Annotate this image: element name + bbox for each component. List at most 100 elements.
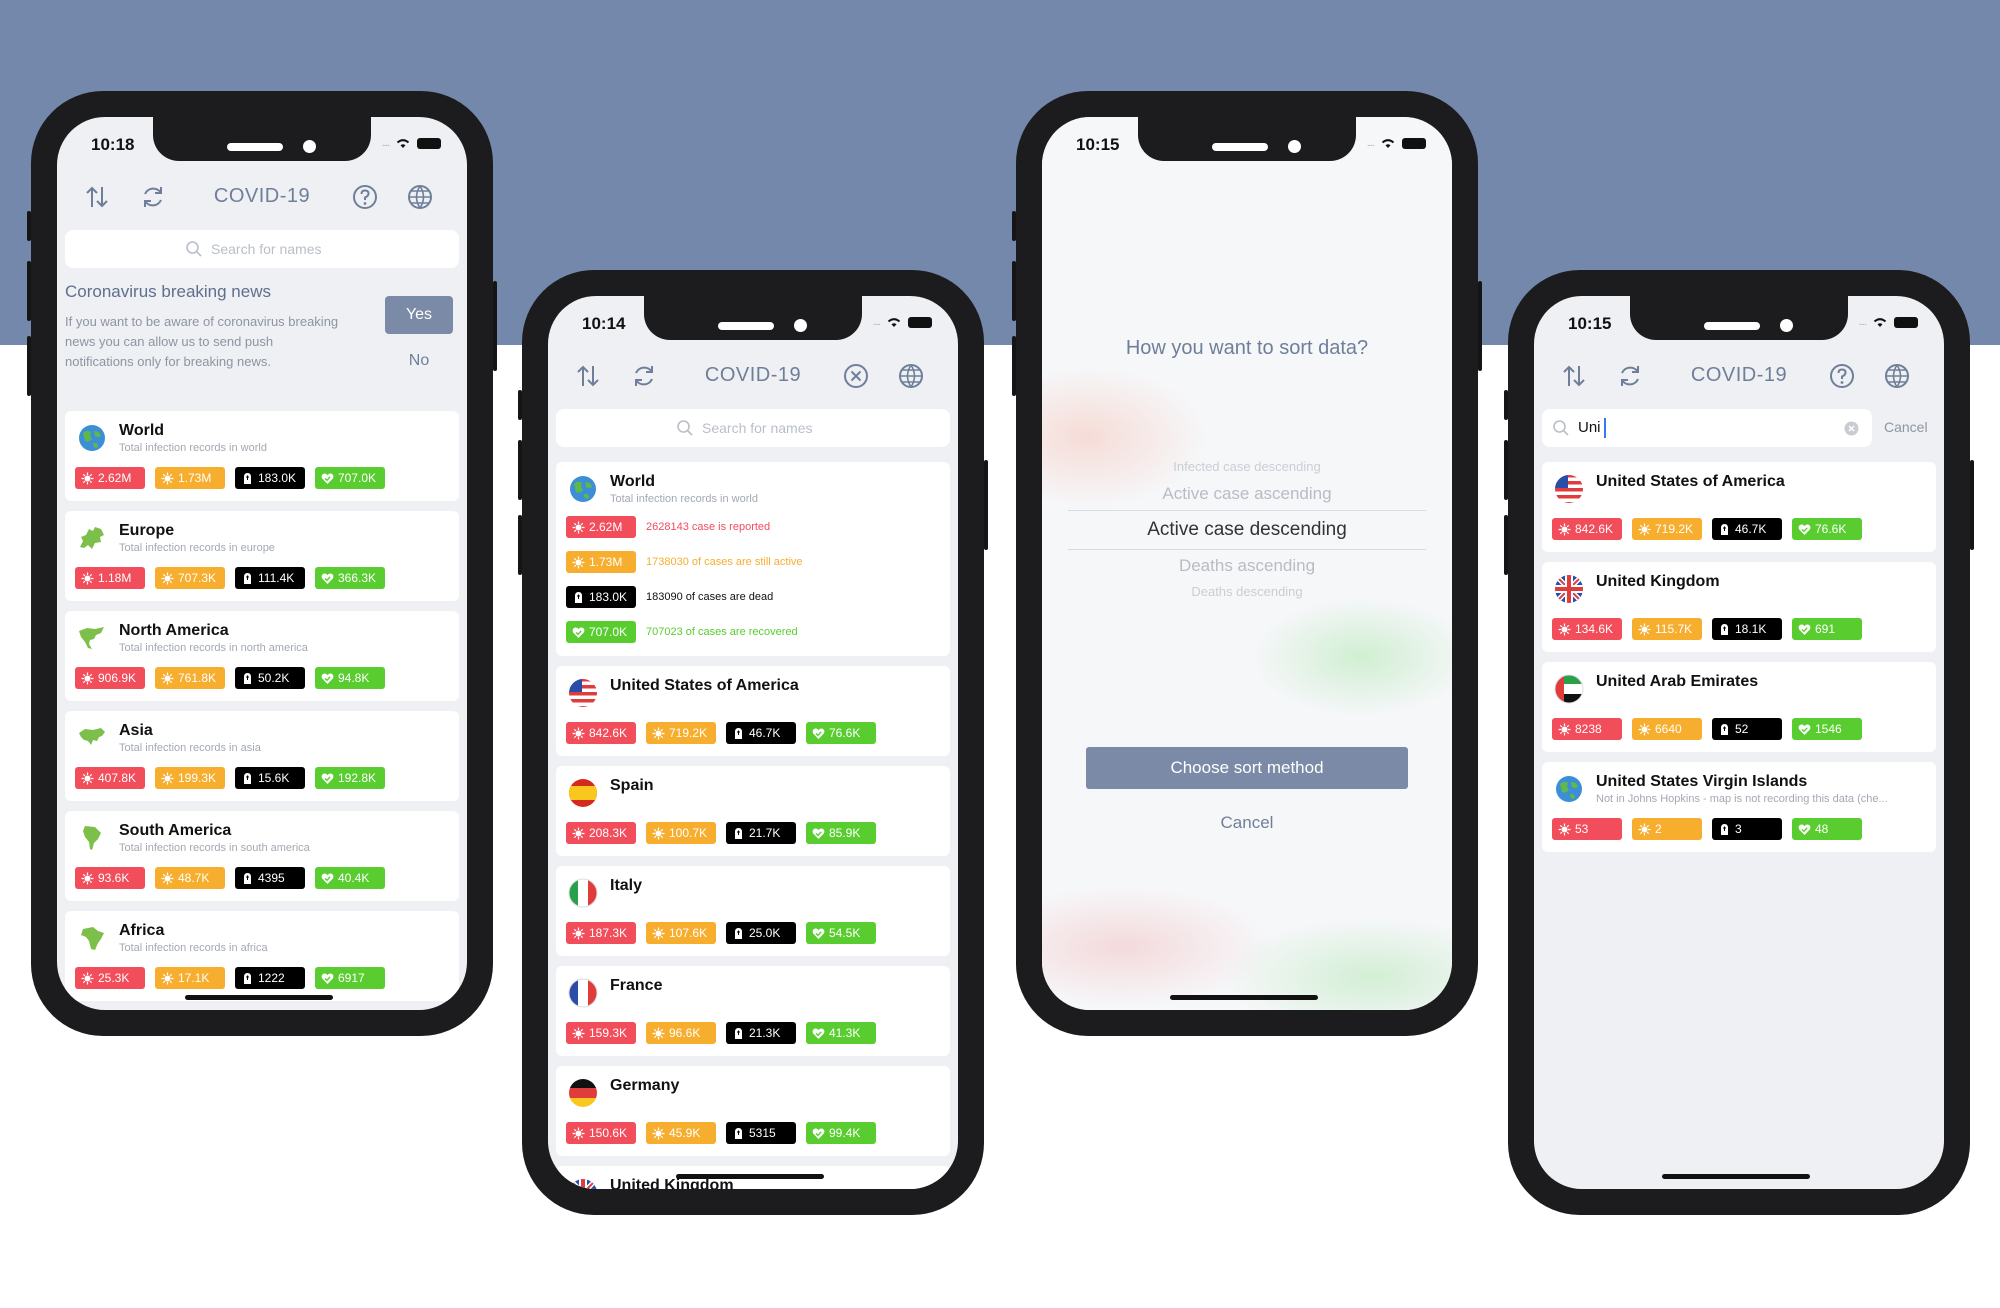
list-item[interactable]: United Kingdom 134.6K 115.7K 18.1K 691 (1542, 562, 1936, 652)
recovered-badge: 41.3K (806, 1022, 876, 1044)
infected-badge: 187.3K (566, 922, 636, 944)
item-name: World (610, 473, 656, 490)
battery-icon (1894, 316, 1918, 328)
list-item[interactable]: Italy 187.3K 107.6K 25.0K 54.5K (556, 866, 950, 956)
search-input[interactable]: Search for names (65, 230, 459, 268)
search-placeholder: Search for names (211, 241, 322, 257)
item-name: South America (119, 822, 232, 839)
virus-icon (652, 927, 665, 939)
globe-settings-icon[interactable] (405, 181, 437, 213)
item-name: Africa (119, 922, 165, 939)
list-item[interactable]: Europe Total infection records in europe… (65, 511, 459, 601)
sort-question: How you want to sort data? (1125, 337, 1369, 359)
virus-icon (572, 1127, 585, 1139)
sort-picker[interactable]: Infected case descending Active case asc… (1068, 459, 1426, 599)
heart-check-icon (812, 1027, 825, 1039)
active-badge: 719.2K (646, 722, 716, 744)
globe-settings-icon[interactable] (1882, 360, 1914, 392)
search-cancel-button[interactable]: Cancel (1884, 419, 1928, 435)
tombstone-icon (1721, 823, 1728, 835)
help-icon[interactable] (349, 181, 381, 213)
wifi-icon (396, 139, 410, 148)
list-item[interactable]: North America Total infection records in… (65, 611, 459, 701)
picker-option[interactable]: Deaths ascending (1068, 556, 1426, 576)
germany-flag-icon (569, 1079, 597, 1107)
picker-option[interactable]: Active case ascending (1068, 484, 1426, 504)
list-item[interactable]: Asia Total infection records in asia 407… (65, 711, 459, 801)
news-yes-button[interactable]: Yes (385, 296, 453, 334)
globe-icon (1556, 776, 1582, 802)
search-value: Uni (1578, 419, 1601, 436)
item-subtitle: Not in Johns Hopkins - map is not record… (1596, 793, 1888, 805)
item-name: World (119, 422, 165, 439)
infected-badge: 1.18M (75, 567, 145, 589)
list-item[interactable]: South America Total infection records in… (65, 811, 459, 901)
list-item[interactable]: Germany 150.6K 45.9K 5315 99.4K (556, 1066, 950, 1156)
virus-icon (161, 972, 174, 984)
active-badge: 96.6K (646, 1022, 716, 1044)
battery-icon (417, 137, 441, 149)
phone-1: 10:18 .... COVID-19 Search for names Cor… (27, 91, 497, 1036)
tombstone-icon (735, 1127, 742, 1139)
tombstone-icon (735, 927, 742, 939)
dead-badge: 3 (1712, 818, 1782, 840)
picker-selected-option[interactable]: Active case descending (1068, 510, 1426, 550)
dead-badge: 25.0K (726, 922, 796, 944)
heart-check-icon (812, 727, 825, 739)
list-item[interactable]: United States of America 842.6K 719.2K 4… (556, 666, 950, 756)
home-indicator[interactable] (1662, 1174, 1810, 1179)
clear-text-icon[interactable] (1844, 421, 1859, 436)
infected-badge: 150.6K (566, 1122, 636, 1144)
list-item[interactable]: United States of America 842.6K 719.2K 4… (1542, 462, 1936, 552)
item-name: United States Virgin Islands (1596, 773, 1808, 790)
status-icons: .... (382, 137, 441, 149)
heart-check-icon (1798, 723, 1811, 735)
news-body: If you want to be aware of coronavirus b… (65, 314, 339, 369)
list-item[interactable]: Africa Total infection records in africa… (65, 911, 459, 1001)
recovered-badge: 192.8K (315, 767, 385, 789)
usa-flag-icon (569, 679, 597, 707)
home-indicator[interactable] (676, 1174, 824, 1179)
infected-badge: 407.8K (75, 767, 145, 789)
dead-badge: 1222 (235, 967, 305, 989)
dead-badge: 46.7K (1712, 518, 1782, 540)
close-circle-icon[interactable] (840, 360, 872, 392)
globe-icon (570, 476, 596, 502)
world-detail-card[interactable]: World Total infection records in world 2… (556, 462, 950, 656)
search-input[interactable]: Search for names (556, 409, 950, 447)
tombstone-icon (1721, 623, 1728, 635)
search-icon (1553, 420, 1569, 436)
list-item[interactable]: France 159.3K 96.6K 21.3K 41.3K (556, 966, 950, 1056)
heart-check-icon (812, 827, 825, 839)
list-item[interactable]: United Arab Emirates 8238 6640 52 1546 (1542, 662, 1936, 752)
virus-icon (652, 1127, 665, 1139)
virus-icon (161, 872, 174, 884)
search-input[interactable]: Uni (1542, 409, 1872, 447)
list-item[interactable]: Spain 208.3K 100.7K 21.7K 85.9K (556, 766, 950, 856)
phone-2: 10:14 .... COVID-19 Search for names Wor… (518, 270, 988, 1215)
choose-sort-method-button[interactable]: Choose sort method (1086, 747, 1408, 789)
active-badge: 1.73M (155, 467, 225, 489)
list-item[interactable]: United States Virgin Islands Not in John… (1542, 762, 1936, 852)
infected-badge: 134.6K (1552, 618, 1622, 640)
news-no-button[interactable]: No (385, 346, 453, 376)
list-item[interactable]: World Total infection records in world 2… (65, 411, 459, 501)
globe-settings-icon[interactable] (896, 360, 928, 392)
region-list: World Total infection records in world 2… (65, 411, 459, 1010)
active-badge: 17.1K (155, 967, 225, 989)
tombstone-icon (244, 672, 251, 684)
active-badge: 719.2K (1632, 518, 1702, 540)
home-indicator[interactable] (1170, 995, 1318, 1000)
help-icon[interactable] (1826, 360, 1858, 392)
wifi-icon (1381, 139, 1395, 148)
picker-option[interactable]: Deaths descending (1068, 584, 1426, 599)
dead-badge: 183.0K (566, 586, 636, 608)
item-name: Italy (610, 877, 643, 894)
cancel-button[interactable]: Cancel (1042, 813, 1452, 833)
recovered-badge: 1546 (1792, 718, 1862, 740)
infected-badge: 53 (1552, 818, 1622, 840)
item-subtitle: Total infection records in world (119, 442, 267, 454)
picker-option[interactable]: Infected case descending (1068, 459, 1426, 474)
virus-icon (652, 827, 665, 839)
home-indicator[interactable] (185, 995, 333, 1000)
